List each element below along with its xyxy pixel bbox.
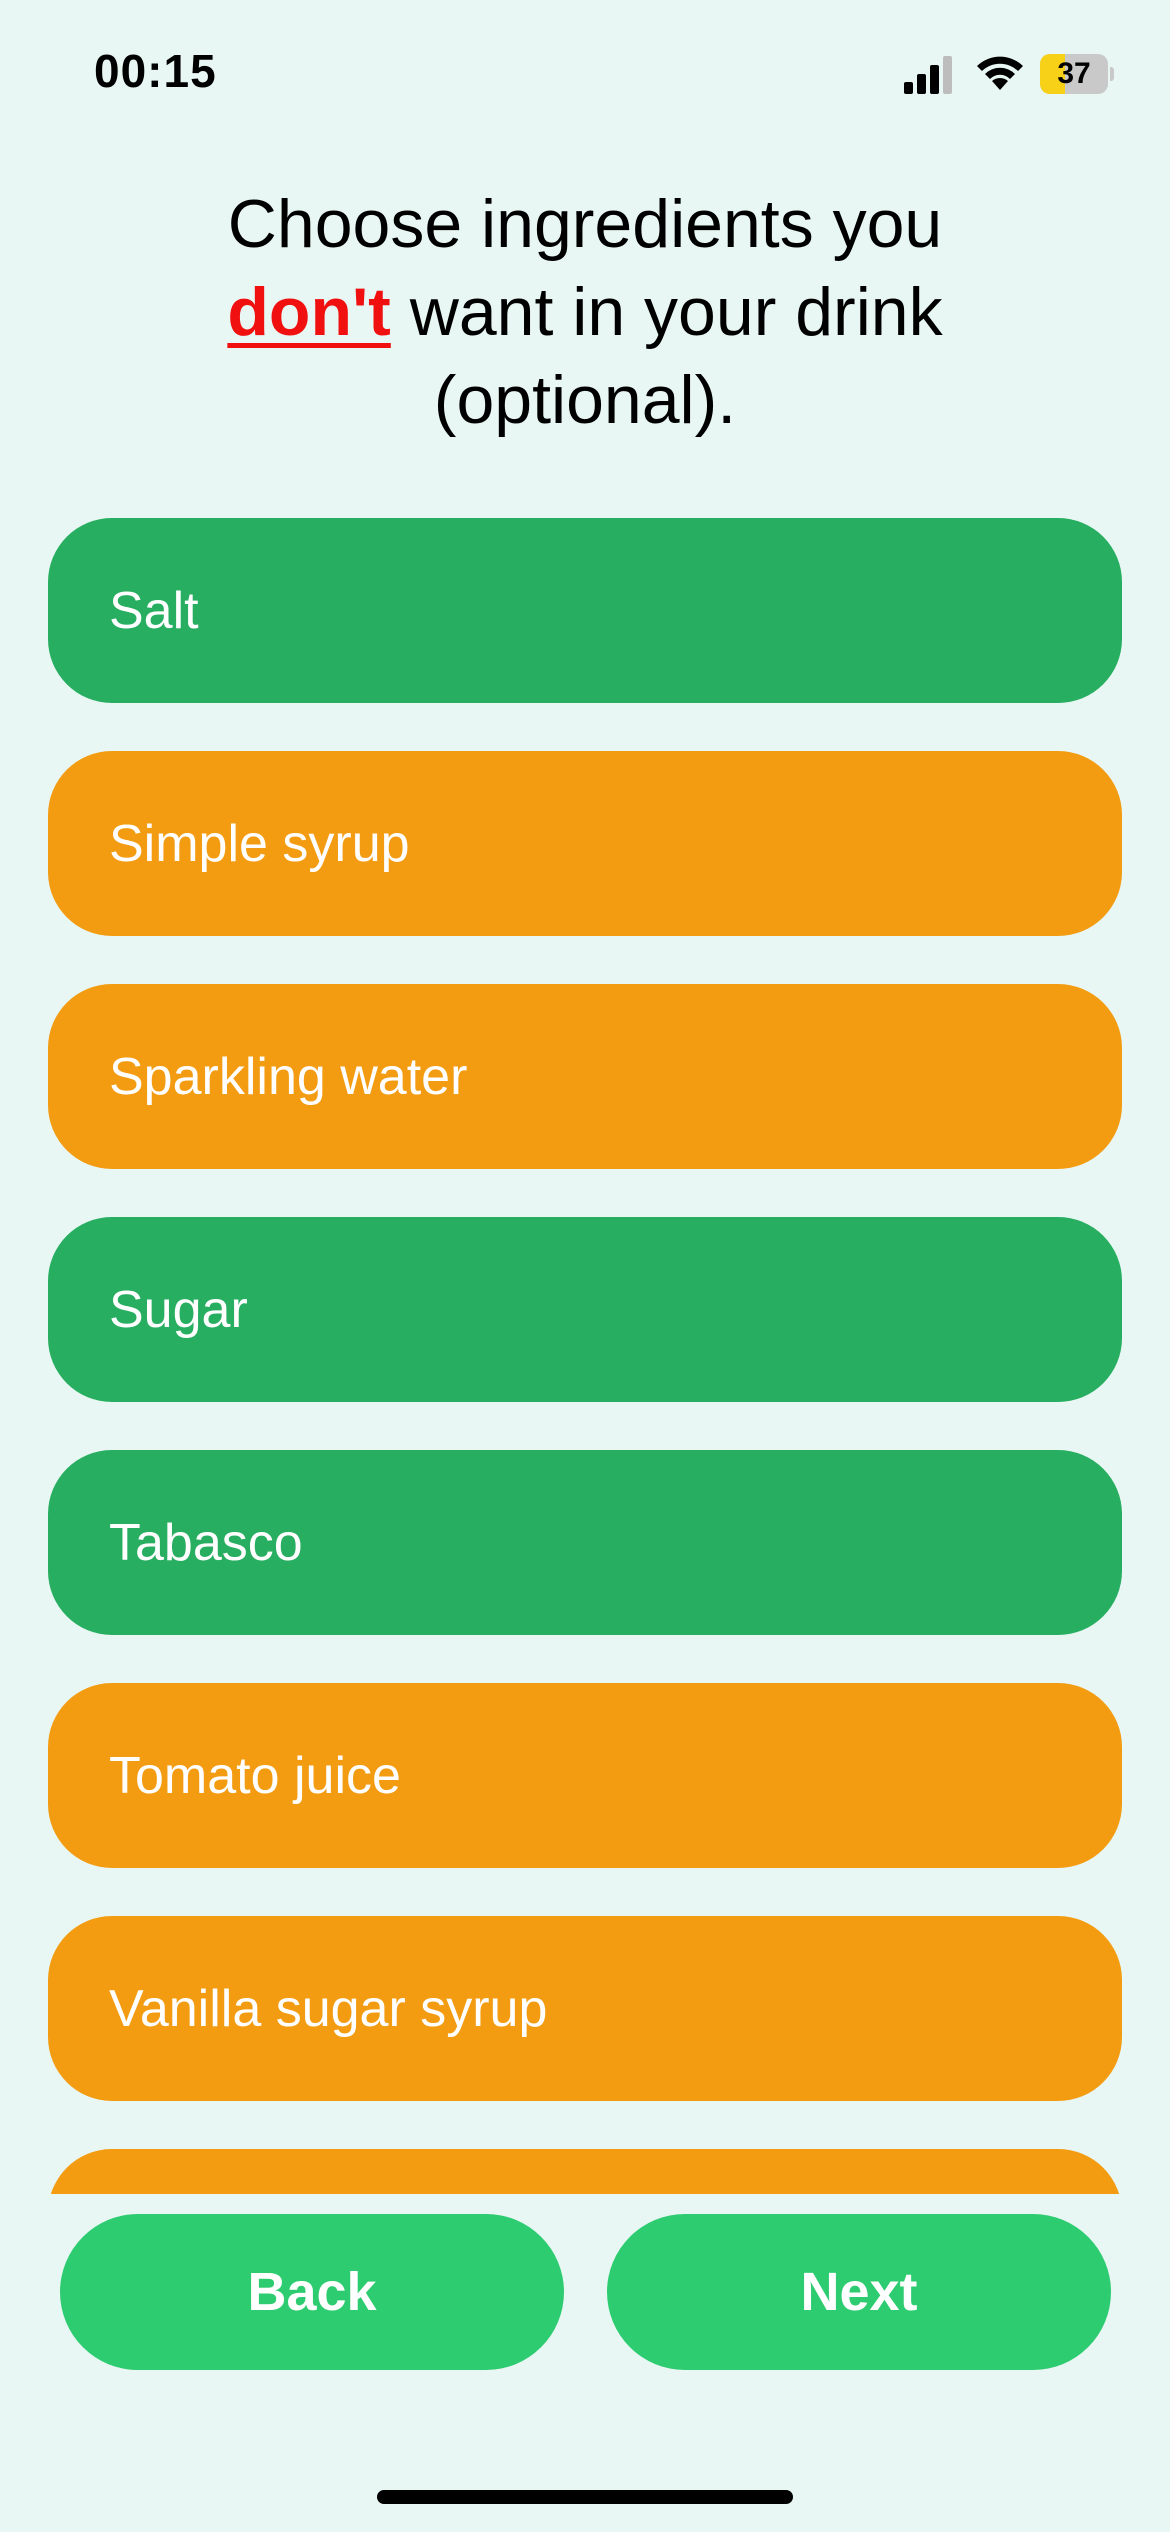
battery-tip: [1110, 67, 1114, 81]
ingredient-option[interactable]: Sparkling water: [48, 984, 1122, 1169]
status-bar: 00:15 37: [0, 0, 1170, 150]
ingredient-list[interactable]: Salt Simple syrup Sparkling water Sugar Taba…: [48, 518, 1122, 2194]
ingredient-option[interactable]: Vanilla sugar syrup: [48, 1916, 1122, 2101]
ingredient-option[interactable]: Tabasco: [48, 1450, 1122, 1635]
battery-level: 37: [1057, 57, 1091, 90]
back-button[interactable]: Back: [60, 2214, 564, 2370]
ingredient-option[interactable]: Salt: [48, 518, 1122, 703]
screen: 00:15 37 Choose ingredients you don't wa…: [0, 0, 1170, 2532]
battery-body: 37: [1040, 54, 1108, 94]
title-line-1: Choose ingredients you: [227, 186, 943, 262]
ingredient-option[interactable]: Simple syrup: [48, 751, 1122, 936]
title-line-3: (optional).: [433, 362, 737, 438]
ingredient-label: Simple syrup: [109, 814, 410, 873]
next-button[interactable]: Next: [607, 2214, 1111, 2370]
ingredient-option[interactable]: [48, 2149, 1122, 2194]
ingredient-option[interactable]: Sugar: [48, 1217, 1122, 1402]
ingredient-label: Tabasco: [109, 1513, 303, 1572]
ingredient-label: Vanilla sugar syrup: [109, 1979, 548, 2038]
battery-icon: 37: [1040, 54, 1114, 94]
ingredient-label: Sparkling water: [109, 1047, 468, 1106]
home-indicator[interactable]: [377, 2490, 793, 2504]
wifi-icon: [977, 56, 1023, 90]
ingredient-option[interactable]: Tomato juice: [48, 1683, 1122, 1868]
signal-icon: [904, 56, 952, 94]
ingredient-label: Tomato juice: [109, 1746, 401, 1805]
ingredient-label: Salt: [109, 581, 199, 640]
status-time: 00:15: [94, 45, 217, 97]
ingredient-label: Sugar: [109, 1280, 248, 1339]
title-negation: don't: [227, 274, 391, 350]
page-title: Choose ingredients you don't want in you…: [120, 180, 1050, 444]
title-line-2: want in your drink: [390, 274, 943, 350]
